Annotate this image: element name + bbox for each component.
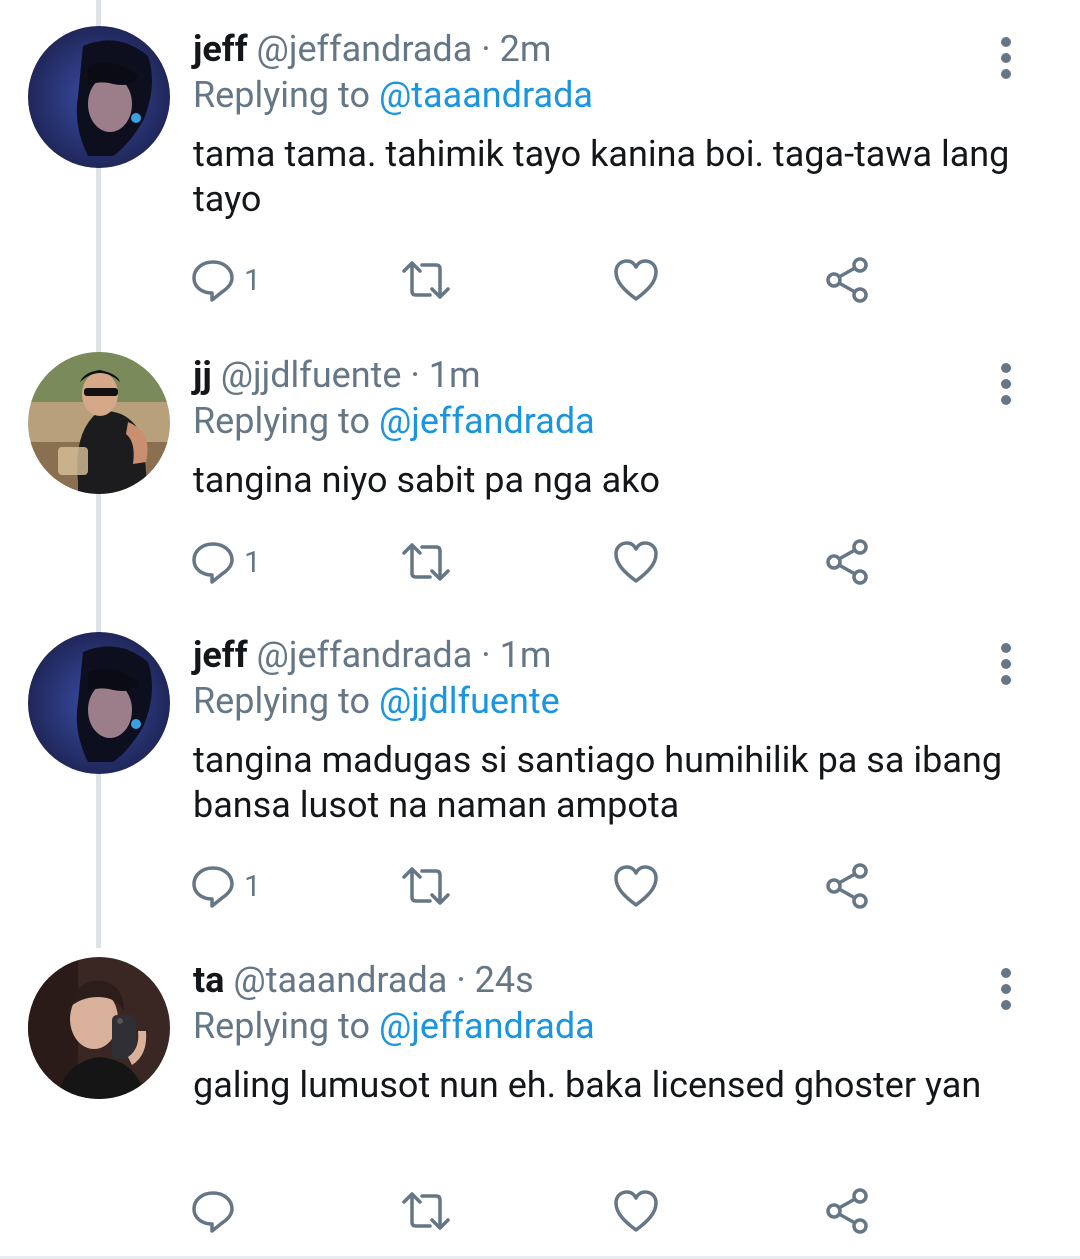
timestamp[interactable]: 24s bbox=[475, 959, 534, 1001]
tweet-text: tangina madugas si santiago humihilik pa… bbox=[193, 739, 1003, 826]
more-vertical-icon[interactable] bbox=[994, 959, 1018, 1019]
heart-icon bbox=[612, 863, 660, 909]
user-handle[interactable]: @jeffandrada bbox=[257, 28, 473, 70]
display-name[interactable]: jeff bbox=[193, 634, 248, 676]
share-button[interactable] bbox=[824, 250, 870, 310]
reply-button[interactable]: 1 bbox=[190, 532, 261, 592]
reply-button[interactable]: 1 bbox=[190, 250, 261, 310]
share-icon bbox=[824, 1188, 870, 1234]
reply-count: 1 bbox=[244, 868, 261, 904]
avatar[interactable] bbox=[28, 957, 170, 1099]
like-button[interactable] bbox=[612, 1181, 660, 1241]
tweet-header: jeff @jeffandrada · 2m bbox=[193, 26, 551, 72]
replying-label: Replying to bbox=[193, 400, 371, 442]
share-button[interactable] bbox=[824, 1181, 870, 1241]
separator: · bbox=[481, 634, 491, 676]
share-icon bbox=[824, 539, 870, 585]
like-button[interactable] bbox=[612, 532, 660, 592]
share-icon bbox=[824, 863, 870, 909]
mention-link[interactable]: @jjdlfuente bbox=[379, 680, 560, 722]
replying-to: Replying to @taaandrada bbox=[193, 72, 593, 118]
avatar[interactable] bbox=[28, 352, 170, 494]
retweet-button[interactable] bbox=[400, 532, 452, 592]
tweet-header: jj @jjdlfuente · 1m bbox=[193, 352, 481, 398]
reply-button[interactable]: 1 bbox=[190, 856, 261, 916]
avatar[interactable] bbox=[28, 26, 170, 168]
replying-to: Replying to @jeffandrada bbox=[193, 1003, 595, 1049]
user-handle[interactable]: @jeffandrada bbox=[257, 634, 473, 676]
timestamp[interactable]: 1m bbox=[429, 354, 481, 396]
reply-icon bbox=[190, 539, 236, 585]
user-handle[interactable]: @taaandrada bbox=[233, 959, 447, 1001]
tweet-actions: 1 bbox=[190, 532, 890, 592]
tweet-header: ta @taaandrada · 24s bbox=[193, 957, 534, 1003]
replying-label: Replying to bbox=[193, 74, 371, 116]
user-handle[interactable]: @jjdlfuente bbox=[221, 354, 402, 396]
display-name[interactable]: jeff bbox=[193, 28, 248, 70]
replying-to: Replying to @jjdlfuente bbox=[193, 678, 560, 724]
reply-count: 1 bbox=[244, 262, 261, 298]
mention-link[interactable]: @jeffandrada bbox=[379, 1005, 595, 1047]
avatar[interactable] bbox=[28, 632, 170, 774]
like-button[interactable] bbox=[612, 250, 660, 310]
reply-icon bbox=[190, 863, 236, 909]
heart-icon bbox=[612, 1188, 660, 1234]
more-vertical-icon[interactable] bbox=[994, 28, 1018, 88]
separator: · bbox=[481, 28, 491, 70]
like-button[interactable] bbox=[612, 856, 660, 916]
tweet-actions: 1 bbox=[190, 856, 890, 916]
mention-link[interactable]: @jeffandrada bbox=[379, 400, 595, 442]
tweet-text: tangina niyo sabit pa nga ako bbox=[193, 459, 660, 501]
retweet-icon bbox=[400, 539, 452, 585]
retweet-button[interactable] bbox=[400, 250, 452, 310]
replying-label: Replying to bbox=[193, 1005, 371, 1047]
replying-label: Replying to bbox=[193, 680, 371, 722]
tweet-header: jeff @jeffandrada · 1m bbox=[193, 632, 551, 678]
tweet-text: tama tama. tahimik tayo kanina boi. taga… bbox=[193, 133, 1010, 220]
display-name[interactable]: ta bbox=[193, 959, 224, 1001]
more-vertical-icon[interactable] bbox=[994, 634, 1018, 694]
retweet-icon bbox=[400, 1188, 452, 1234]
reply-count: 1 bbox=[244, 544, 261, 580]
share-button[interactable] bbox=[824, 856, 870, 916]
share-icon bbox=[824, 257, 870, 303]
separator: · bbox=[410, 354, 420, 396]
tweet-actions: 1 bbox=[190, 250, 890, 310]
reply-button[interactable] bbox=[190, 1181, 244, 1241]
heart-icon bbox=[612, 539, 660, 585]
heart-icon bbox=[612, 257, 660, 303]
retweet-icon bbox=[400, 863, 452, 909]
mention-link[interactable]: @taaandrada bbox=[379, 74, 593, 116]
retweet-icon bbox=[400, 257, 452, 303]
retweet-button[interactable] bbox=[400, 1181, 452, 1241]
tweet-text: galing lumusot nun eh. baka licensed gho… bbox=[193, 1064, 982, 1106]
tweet-actions bbox=[190, 1181, 890, 1241]
replying-to: Replying to @jeffandrada bbox=[193, 398, 595, 444]
retweet-button[interactable] bbox=[400, 856, 452, 916]
timestamp[interactable]: 2m bbox=[500, 28, 552, 70]
display-name[interactable]: jj bbox=[193, 354, 212, 396]
reply-icon bbox=[190, 1188, 236, 1234]
timestamp[interactable]: 1m bbox=[500, 634, 552, 676]
more-vertical-icon[interactable] bbox=[994, 354, 1018, 414]
reply-icon bbox=[190, 257, 236, 303]
separator: · bbox=[456, 959, 466, 1001]
share-button[interactable] bbox=[824, 532, 870, 592]
